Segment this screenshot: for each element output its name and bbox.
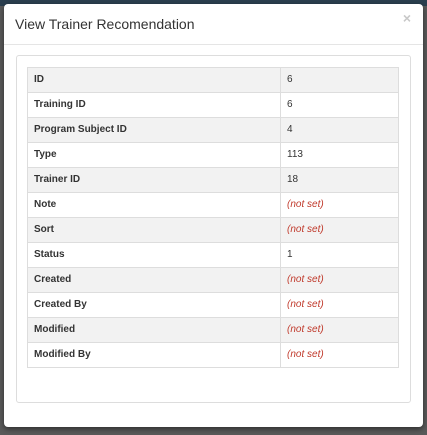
- row-label: Program Subject ID: [27, 117, 281, 143]
- table-row: Created (not set): [27, 267, 399, 293]
- row-label: Sort: [27, 217, 281, 243]
- row-value-not-set: (not set): [280, 342, 399, 368]
- row-value-not-set: (not set): [280, 292, 399, 318]
- row-label: Trainer ID: [27, 167, 281, 193]
- row-label: Status: [27, 242, 281, 268]
- table-row: Created By (not set): [27, 292, 399, 318]
- row-value: 18: [280, 167, 399, 193]
- detail-panel: ID 6 Training ID 6 Program Subject ID 4 Type 11…: [16, 55, 411, 403]
- row-value-not-set: (not set): [280, 192, 399, 218]
- row-label: Training ID: [27, 92, 281, 118]
- row-value: 4: [280, 117, 399, 143]
- not-set-text: (not set): [287, 224, 324, 235]
- detail-scroll-area[interactable]: ID 6 Training ID 6 Program Subject ID 4 Type 11…: [27, 67, 399, 378]
- table-row: Status 1: [27, 242, 399, 268]
- table-row: Sort (not set): [27, 217, 399, 243]
- table-row: Modified By (not set): [27, 342, 399, 368]
- view-modal: View Trainer Recomendation × ID 6 Training…: [4, 4, 423, 427]
- detail-table: ID 6 Training ID 6 Program Subject ID 4 Type 11…: [27, 67, 399, 368]
- not-set-text: (not set): [287, 199, 324, 210]
- table-row: ID 6: [27, 67, 399, 93]
- row-label: Type: [27, 142, 281, 168]
- table-row: Note (not set): [27, 192, 399, 218]
- table-row: Program Subject ID 4: [27, 117, 399, 143]
- close-icon[interactable]: ×: [403, 11, 411, 25]
- row-value: 1: [280, 242, 399, 268]
- modal-title: View Trainer Recomendation: [15, 16, 195, 32]
- row-label: Modified: [27, 317, 281, 343]
- table-row: Training ID 6: [27, 92, 399, 118]
- not-set-text: (not set): [287, 274, 324, 285]
- row-label: Created: [27, 267, 281, 293]
- not-set-text: (not set): [287, 324, 324, 335]
- not-set-text: (not set): [287, 349, 324, 360]
- row-value-not-set: (not set): [280, 217, 399, 243]
- row-value-not-set: (not set): [280, 267, 399, 293]
- row-label: Modified By: [27, 342, 281, 368]
- table-row: Trainer ID 18: [27, 167, 399, 193]
- table-row: Type 113: [27, 142, 399, 168]
- row-value: 6: [280, 92, 399, 118]
- modal-header: View Trainer Recomendation ×: [4, 4, 423, 45]
- row-value: 113: [280, 142, 399, 168]
- row-label: Note: [27, 192, 281, 218]
- row-label: Created By: [27, 292, 281, 318]
- row-label: ID: [27, 67, 281, 93]
- row-value-not-set: (not set): [280, 317, 399, 343]
- not-set-text: (not set): [287, 299, 324, 310]
- table-row: Modified (not set): [27, 317, 399, 343]
- row-value: 6: [280, 67, 399, 93]
